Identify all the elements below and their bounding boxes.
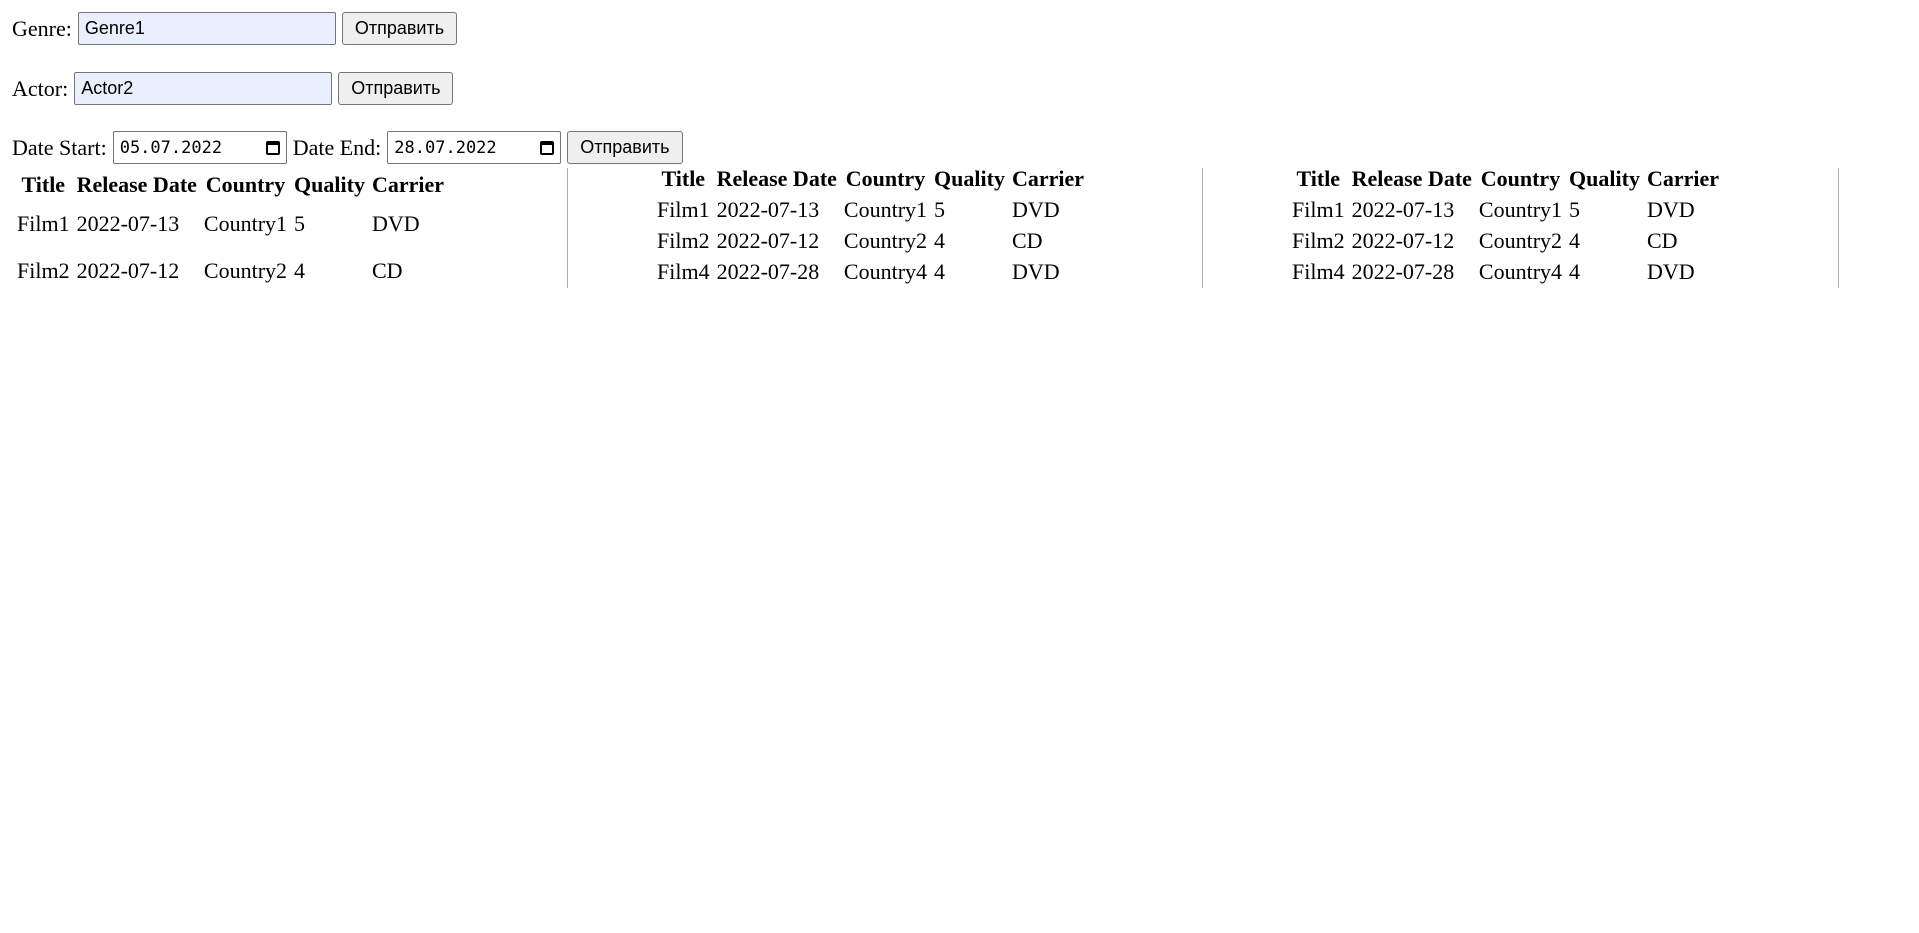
actor-submit-button[interactable]: Отправить [338, 72, 454, 105]
cell-country: Country2 [843, 228, 928, 253]
date-results-table: Title Release Date Country Quality Carri… [1287, 162, 1724, 289]
actor-form: Actor: Отправить [12, 72, 454, 105]
actor-results: Title Release Date Country Quality Carri… [656, 166, 1203, 288]
cell-release-date: 2022-07-28 [1351, 259, 1455, 284]
header-row: Title Release Date Country Quality Carri… [15, 171, 446, 199]
col-country-header: Country [1480, 166, 1561, 191]
col-carrier-header: Carrier [1646, 166, 1720, 191]
actor-label: Actor: [12, 75, 69, 101]
cell-country: Country2 [1478, 228, 1563, 253]
header-row: Title Release Date Country Quality Carri… [655, 165, 1086, 193]
cell-country: Country4 [1478, 259, 1563, 284]
cell-title: Film1 [1292, 197, 1345, 222]
col-quality-header: Quality [294, 172, 365, 197]
col-release-date-header: Release Date [1351, 166, 1472, 191]
cell-quality: 4 [934, 228, 946, 253]
cell-title: Film1 [17, 211, 70, 236]
col-title-header: Title [21, 172, 66, 197]
date-end-value: 28.07.2022 [394, 137, 497, 158]
date-submit-button[interactable]: Отправить [567, 131, 683, 164]
cell-release-date: 2022-07-12 [716, 228, 820, 253]
table-row: Film4 2022-07-28 Country4 4 DVD [1290, 258, 1721, 286]
cell-carrier: DVD [1011, 259, 1060, 284]
col-carrier-header: Carrier [371, 172, 445, 197]
table-row: Film1 2022-07-13 Country1 5 DVD [655, 196, 1086, 224]
cell-carrier: CD [1646, 228, 1678, 253]
cell-carrier: DVD [1646, 259, 1695, 284]
table-row: Film1 2022-07-13 Country1 5 DVD [15, 202, 446, 246]
genre-results-table: Title Release Date Country Quality Carri… [12, 168, 449, 296]
col-quality-header: Quality [934, 166, 1005, 191]
col-release-date-header: Release Date [716, 166, 837, 191]
cell-carrier: DVD [371, 211, 420, 236]
table-row: Film2 2022-07-12 Country2 4 CD [1290, 227, 1721, 255]
genre-label: Genre: [12, 15, 72, 41]
cell-release-date: 2022-07-13 [716, 197, 820, 222]
cell-title: Film4 [1292, 259, 1345, 284]
cell-title: Film2 [1292, 228, 1345, 253]
col-release-date-header: Release Date [76, 172, 197, 197]
col-country-header: Country [845, 166, 926, 191]
table-row: Film2 2022-07-12 Country2 4 CD [15, 249, 446, 293]
calendar-icon[interactable] [265, 140, 280, 155]
calendar-icon[interactable] [540, 140, 555, 155]
cell-release-date: 2022-07-13 [1351, 197, 1455, 222]
actor-input[interactable] [74, 72, 333, 105]
cell-quality: 5 [1569, 197, 1581, 222]
date-results: Title Release Date Country Quality Carri… [1291, 166, 1839, 288]
col-carrier-header: Carrier [1011, 166, 1085, 191]
col-title-header: Title [661, 166, 706, 191]
date-end-input[interactable]: 28.07.2022 [387, 131, 562, 164]
date-start-input[interactable]: 05.07.2022 [112, 131, 287, 164]
genre-input[interactable] [77, 12, 336, 45]
cell-country: Country1 [203, 211, 288, 236]
header-row: Title Release Date Country Quality Carri… [1290, 165, 1721, 193]
cell-carrier: CD [1011, 228, 1043, 253]
genre-results: Title Release Date Country Quality Carri… [12, 168, 568, 288]
cell-country: Country2 [203, 258, 288, 283]
table-row: Film2 2022-07-12 Country2 4 CD [655, 227, 1086, 255]
date-range-form: Date Start: 05.07.2022 Date End: 28.07.2… [12, 131, 683, 164]
actor-results-table: Title Release Date Country Quality Carri… [652, 162, 1089, 289]
cell-title: Film2 [17, 258, 70, 283]
cell-quality: 4 [1569, 259, 1581, 284]
cell-quality: 5 [294, 211, 306, 236]
date-start-label: Date Start: [12, 134, 107, 160]
cell-quality: 4 [294, 258, 306, 283]
cell-country: Country4 [843, 259, 928, 284]
cell-quality: 5 [934, 197, 946, 222]
cell-release-date: 2022-07-12 [1351, 228, 1455, 253]
cell-carrier: DVD [1646, 197, 1695, 222]
cell-country: Country1 [1478, 197, 1563, 222]
col-country-header: Country [205, 172, 286, 197]
page: Genre: Отправить Actor: Отправить Date S… [0, 0, 1919, 933]
cell-title: Film1 [657, 197, 710, 222]
genre-form: Genre: Отправить [12, 12, 458, 45]
cell-country: Country1 [843, 197, 928, 222]
date-start-value: 05.07.2022 [119, 137, 223, 158]
cell-release-date: 2022-07-12 [76, 258, 180, 283]
col-title-header: Title [1296, 166, 1341, 191]
cell-quality: 4 [1569, 228, 1581, 253]
cell-release-date: 2022-07-28 [716, 259, 820, 284]
table-row: Film1 2022-07-13 Country1 5 DVD [1290, 196, 1721, 224]
genre-submit-button[interactable]: Отправить [341, 12, 458, 45]
date-end-label: Date End: [292, 134, 382, 160]
table-row: Film4 2022-07-28 Country4 4 DVD [655, 258, 1086, 286]
cell-carrier: CD [371, 258, 403, 283]
cell-carrier: DVD [1011, 197, 1060, 222]
cell-title: Film2 [657, 228, 710, 253]
results-tables: Title Release Date Country Quality Carri… [12, 166, 1839, 288]
col-quality-header: Quality [1569, 166, 1640, 191]
cell-quality: 4 [934, 259, 946, 284]
cell-release-date: 2022-07-13 [76, 211, 180, 236]
cell-title: Film4 [657, 259, 710, 284]
